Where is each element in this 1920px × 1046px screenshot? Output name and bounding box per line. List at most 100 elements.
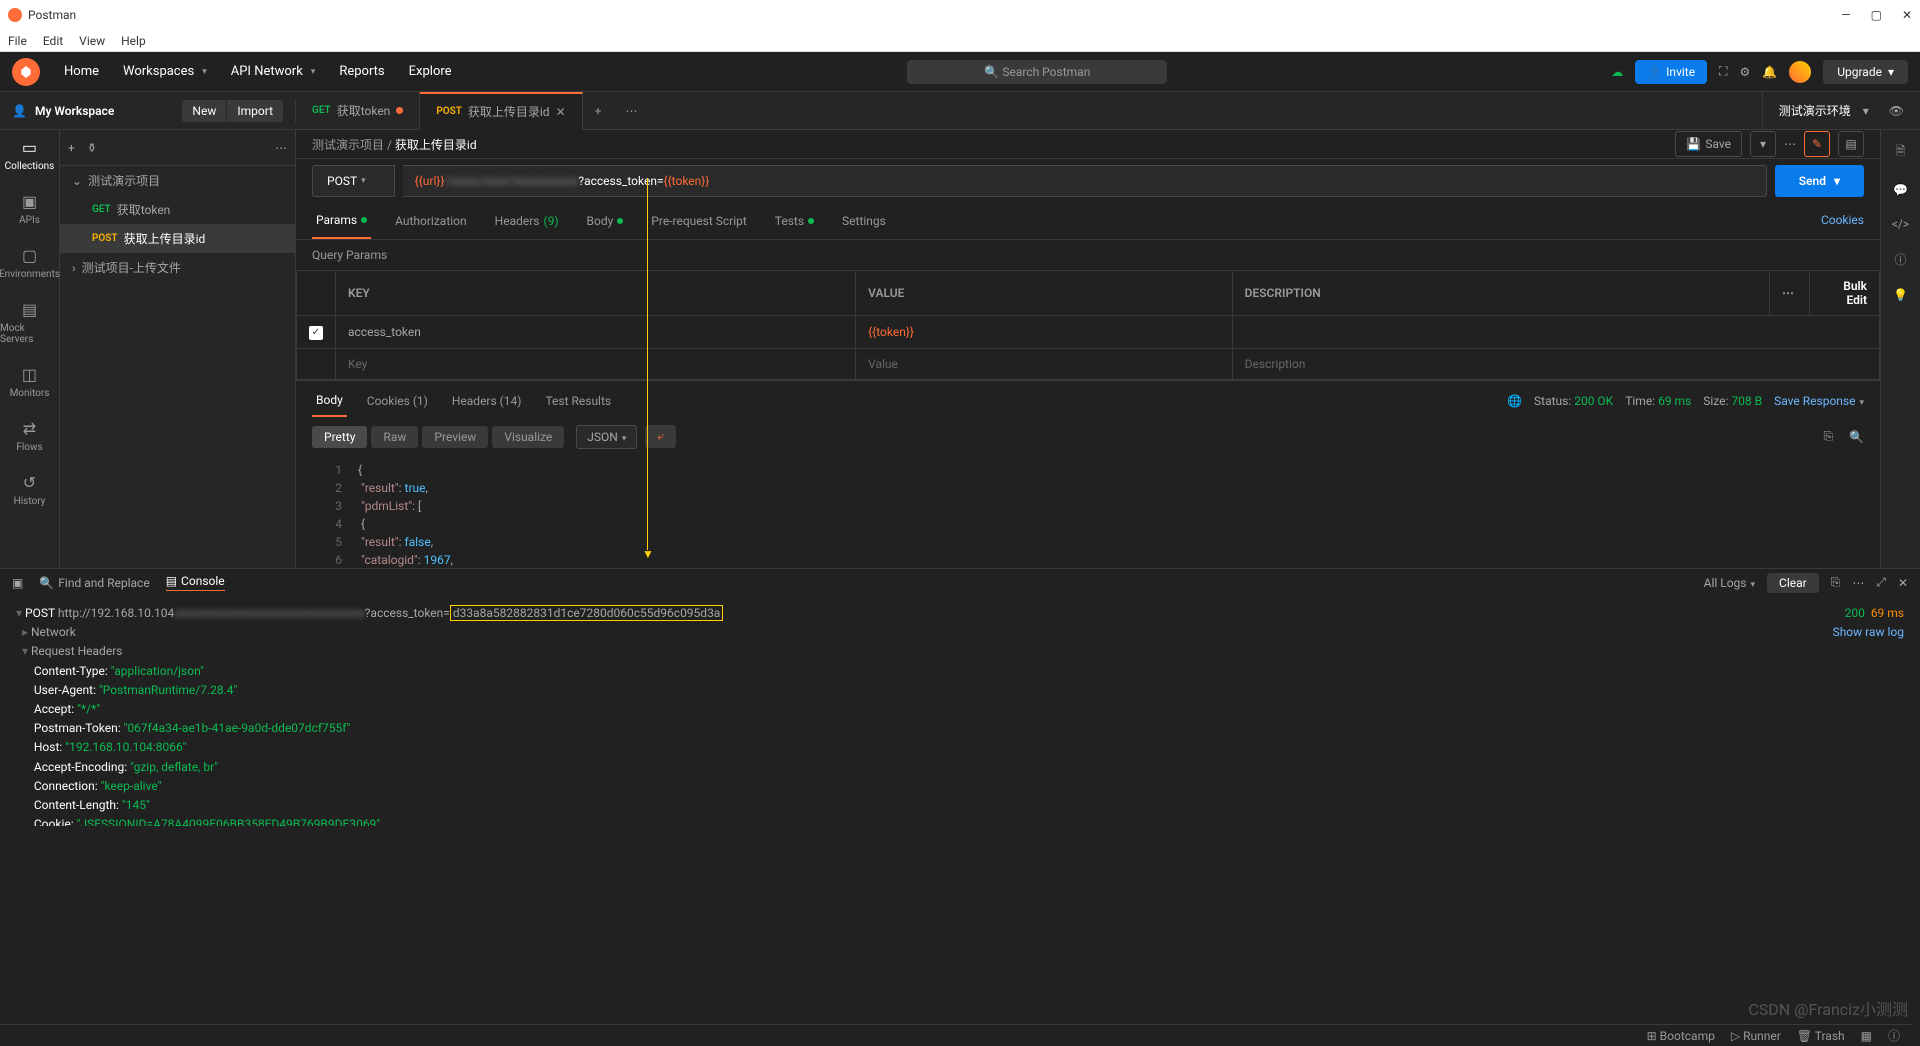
add-collection-icon[interactable]: +: [68, 141, 75, 155]
edit-icon[interactable]: ✎: [1804, 131, 1830, 157]
resp-tab-cookies[interactable]: Cookies (1): [363, 386, 432, 416]
env-dropdown-icon[interactable]: ▾: [1863, 104, 1869, 118]
console[interactable]: ▾ POST http://192.168.10.104xxxxxxxxxxxx…: [0, 596, 1920, 826]
save-response-button[interactable]: Save Response: [1774, 394, 1864, 408]
notifications-icon[interactable]: 🔔: [1762, 65, 1777, 79]
resp-tab-headers[interactable]: Headers (14): [448, 386, 526, 416]
minimize-icon[interactable]: —: [1841, 8, 1850, 22]
clear-button[interactable]: Clear: [1767, 573, 1819, 593]
sidebar-item-flows[interactable]: ⇄Flows: [16, 419, 42, 453]
sidebar-menu-icon[interactable]: ⋯: [275, 141, 287, 155]
tab-headers[interactable]: Headers (9): [491, 203, 563, 239]
bulk-edit-button[interactable]: Bulk Edit: [1810, 271, 1880, 316]
nav-workspaces[interactable]: Workspaces: [111, 64, 219, 79]
param-desc-placeholder[interactable]: Description: [1232, 348, 1879, 379]
search-input[interactable]: 🔍 Search Postman: [907, 60, 1167, 84]
sidebar-item-collections[interactable]: ▭Collections: [5, 138, 55, 172]
environment-selector[interactable]: 测试演示环境: [1779, 102, 1851, 119]
nav-api-network[interactable]: API Network: [219, 64, 328, 79]
close-icon[interactable]: ✕: [1902, 8, 1912, 22]
workspace-name[interactable]: My Workspace: [35, 104, 114, 118]
info-icon[interactable]: ⓘ: [1894, 251, 1906, 268]
tree-request-get-token[interactable]: GET获取token: [60, 195, 295, 224]
sidebar-item-mock-servers[interactable]: ▤Mock Servers: [0, 300, 59, 345]
save-button[interactable]: 💾 Save: [1675, 131, 1742, 157]
col-options-icon[interactable]: ⋯: [1770, 271, 1810, 316]
capture-icon[interactable]: ⛶: [1719, 64, 1727, 79]
view-preview[interactable]: Preview: [422, 426, 488, 448]
wrap-icon[interactable]: ⤶: [645, 425, 676, 448]
tab-body[interactable]: Body: [583, 203, 628, 239]
menu-edit[interactable]: Edit: [43, 34, 63, 48]
nav-home[interactable]: Home: [52, 64, 111, 79]
param-value-placeholder[interactable]: Value: [856, 348, 1233, 379]
sidebar-item-history[interactable]: ↺History: [14, 473, 46, 507]
resp-tab-body[interactable]: Body: [312, 385, 347, 417]
console-popout-icon[interactable]: ⤢: [1876, 575, 1886, 590]
tab-authorization[interactable]: Authorization: [391, 203, 471, 239]
param-desc[interactable]: [1232, 316, 1879, 349]
tree-folder-2[interactable]: ›测试项目-上传文件: [60, 253, 295, 282]
new-button[interactable]: New: [182, 100, 226, 122]
env-view-icon[interactable]: 👁: [1889, 104, 1904, 118]
comments-icon[interactable]: 💬: [1893, 183, 1908, 197]
copy-icon[interactable]: ⎘: [1823, 429, 1833, 444]
new-tab-button[interactable]: +: [583, 104, 614, 118]
postman-logo-icon[interactable]: [12, 58, 40, 86]
tab-prerequest[interactable]: Pre-request Script: [647, 203, 750, 239]
settings-icon[interactable]: ⚙: [1740, 65, 1751, 79]
menu-file[interactable]: File: [8, 34, 27, 48]
param-checkbox[interactable]: ✓: [309, 326, 323, 340]
console-close-icon[interactable]: ✕: [1898, 576, 1908, 590]
hide-sidebar-icon[interactable]: ▣: [12, 576, 23, 590]
menu-help[interactable]: Help: [121, 34, 146, 48]
view-visualize[interactable]: Visualize: [492, 426, 564, 448]
upgrade-button[interactable]: Upgrade ▾: [1823, 60, 1908, 84]
url-input[interactable]: {{url}}/xxxxx/xxxx/xxxxxxxxxxx?access_to…: [403, 165, 1767, 197]
find-replace-button[interactable]: 🔍 Find and Replace: [39, 576, 149, 590]
layout-icon[interactable]: ▤: [1838, 131, 1864, 157]
sidebar-item-apis[interactable]: ▣APIs: [19, 192, 40, 226]
param-key[interactable]: access_token: [336, 316, 856, 349]
language-select[interactable]: JSON: [576, 425, 637, 449]
tab-menu-icon[interactable]: ⋯: [613, 104, 649, 118]
response-body[interactable]: 1{ 2 "result": true, 3 "pdmList": [ 4 { …: [296, 457, 1880, 568]
save-dropdown-icon[interactable]: ▾: [1750, 131, 1776, 157]
globe-icon[interactable]: 🌐: [1507, 394, 1522, 408]
sidebar-item-monitors[interactable]: ◫Monitors: [10, 365, 50, 399]
help-icon[interactable]: ⓘ: [1888, 1027, 1900, 1044]
tab-get-token[interactable]: GET 获取token: [296, 92, 420, 130]
search-in-response-icon[interactable]: 🔍: [1849, 430, 1864, 444]
trash-button[interactable]: 🗑 Trash: [1797, 1029, 1845, 1043]
more-actions-icon[interactable]: ⋯: [1784, 137, 1796, 151]
tree-folder[interactable]: ⌄测试演示项目: [60, 166, 295, 195]
method-select[interactable]: POST: [312, 165, 395, 197]
console-copy-icon[interactable]: ⎘: [1831, 575, 1841, 590]
send-button[interactable]: Send▾: [1775, 165, 1864, 197]
avatar[interactable]: [1789, 61, 1811, 83]
docs-icon[interactable]: 🗎: [1896, 142, 1906, 163]
all-logs-select[interactable]: All Logs: [1704, 576, 1755, 590]
runner-button[interactable]: ▷ Runner: [1731, 1029, 1781, 1043]
maximize-icon[interactable]: ▢: [1871, 8, 1882, 22]
cookies-link[interactable]: Cookies: [1821, 203, 1864, 239]
tab-params[interactable]: Params: [312, 203, 371, 239]
sidebar-item-environments[interactable]: ▢Environments: [0, 246, 60, 280]
resp-tab-tests[interactable]: Test Results: [541, 386, 615, 416]
lightbulb-icon[interactable]: 💡: [1893, 288, 1908, 302]
bootcamp-button[interactable]: ⊞ Bootcamp: [1647, 1029, 1715, 1043]
tab-tests[interactable]: Tests: [771, 203, 818, 239]
tree-request-upload-dir[interactable]: POST获取上传目录id: [60, 224, 295, 253]
invite-button[interactable]: 👤 Invite: [1635, 60, 1707, 84]
console-menu-icon[interactable]: ⋯: [1852, 576, 1864, 590]
show-raw-log-link[interactable]: Show raw log: [1833, 623, 1904, 642]
param-key-placeholder[interactable]: Key: [336, 348, 856, 379]
nav-explore[interactable]: Explore: [397, 64, 464, 79]
tab-close-icon[interactable]: ✕: [556, 105, 566, 119]
code-icon[interactable]: </>: [1892, 217, 1909, 231]
import-button[interactable]: Import: [226, 100, 283, 122]
view-pretty[interactable]: Pretty: [312, 426, 367, 448]
tab-upload-dir[interactable]: POST 获取上传目录id ✕: [420, 92, 582, 130]
console-button[interactable]: ▤ Console: [166, 574, 225, 591]
layout-toggle-icon[interactable]: ▦: [1861, 1029, 1872, 1043]
